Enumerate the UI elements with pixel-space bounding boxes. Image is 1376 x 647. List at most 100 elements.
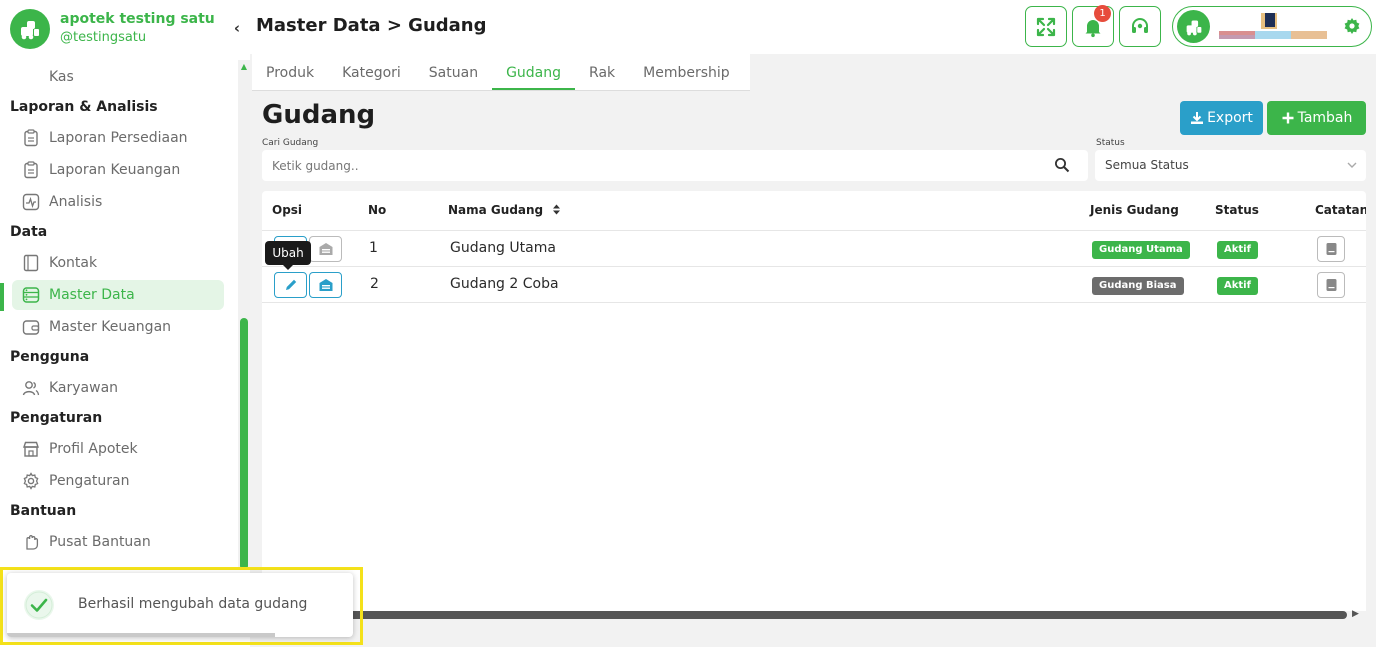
tab-kategori[interactable]: Kategori (328, 54, 415, 90)
warehouse-button[interactable] (309, 272, 342, 298)
active-item-marker (0, 283, 4, 311)
profile-menu[interactable] (1172, 6, 1372, 47)
contact-book-icon (22, 254, 40, 272)
sidebar-item-pusat-bantuan[interactable]: Pusat Bantuan (12, 527, 224, 557)
tab-membership[interactable]: Membership (629, 54, 744, 90)
pharmacy-logo-icon (10, 9, 50, 49)
note-icon (1326, 279, 1336, 291)
col-catatan: Catatan (1315, 203, 1366, 217)
sidebar-item-label: Master Keuangan (49, 319, 172, 335)
sidebar-item-label: Analisis (49, 194, 103, 210)
note-button[interactable] (1317, 272, 1345, 298)
search-field (262, 150, 1088, 181)
plus-icon (1282, 112, 1294, 124)
page-title: Master Data > Gudang (256, 15, 487, 36)
note-button[interactable] (1317, 236, 1345, 262)
check-circle-icon (24, 590, 54, 620)
sidebar-item-master-keuangan[interactable]: Master Keuangan (12, 312, 224, 342)
table-row: 2 Gudang 2 Coba Gudang Biasa Aktif (262, 267, 1366, 303)
brand: apotek testing satu @testingsatu (10, 9, 215, 49)
warehouse-icon (319, 243, 332, 255)
edit-button[interactable] (274, 272, 307, 298)
section-title: Gudang (262, 100, 376, 130)
headset-icon (1132, 17, 1148, 33)
scroll-up-arrow-icon[interactable]: ▲ (238, 60, 250, 74)
analytics-icon (22, 193, 40, 211)
sidebar-section-bantuan: Bantuan (10, 503, 77, 519)
status-select-value: Semua Status (1105, 158, 1189, 172)
export-button[interactable]: Export (1180, 101, 1263, 135)
brand-name: apotek testing satu (60, 11, 215, 27)
cell-no: 1 (369, 240, 378, 256)
sidebar-item-label: Kontak (49, 255, 98, 271)
col-no: No (368, 203, 387, 217)
brand-handle: @testingsatu (60, 30, 147, 45)
success-toast[interactable]: Berhasil mengubah data gudang (7, 573, 353, 637)
sidebar-scroll-thumb[interactable] (240, 318, 248, 570)
sidebar-item-pengaturan[interactable]: Pengaturan (12, 466, 224, 496)
export-label: Export (1207, 110, 1253, 126)
status-badge: Aktif (1217, 241, 1258, 259)
sidebar-item-label: Pengaturan (49, 473, 130, 489)
status-select[interactable]: Semua Status (1095, 150, 1366, 181)
jenis-gudang-badge: Gudang Utama (1092, 241, 1190, 259)
cell-nama-gudang: Gudang 2 Coba (450, 276, 559, 292)
col-opsi: Opsi (272, 203, 303, 217)
cash-icon (22, 68, 40, 86)
add-button[interactable]: Tambah (1267, 101, 1366, 135)
sidebar-item-laporan-persediaan[interactable]: Laporan Persediaan (12, 123, 224, 153)
sidebar: apotek testing satu @testingsatu ‹ Kas L… (0, 0, 250, 647)
fullscreen-button[interactable] (1025, 6, 1067, 47)
notification-button[interactable]: 1 (1072, 5, 1114, 47)
warehouse-button[interactable] (309, 236, 342, 262)
search-label: Cari Gudang (262, 138, 319, 148)
pencil-icon (285, 279, 296, 290)
sidebar-item-label: Laporan Keuangan (49, 162, 181, 178)
chevron-down-icon (1347, 162, 1357, 168)
tab-produk[interactable]: Produk (252, 54, 328, 90)
search-input[interactable] (272, 150, 1042, 181)
sidebar-item-label: Karyawan (49, 380, 119, 396)
tab-satuan[interactable]: Satuan (415, 54, 492, 90)
gear-icon[interactable] (1343, 17, 1361, 35)
sidebar-item-label: Pusat Bantuan (49, 534, 151, 550)
sidebar-menu: Kas Laporan & Analisis Laporan Persediaa… (0, 60, 236, 559)
sidebar-item-profil-apotek[interactable]: Profil Apotek (12, 434, 224, 464)
sidebar-item-master-data[interactable]: Master Data (12, 280, 224, 310)
sidebar-section-data: Data (10, 224, 48, 240)
toast-message: Berhasil mengubah data gudang (78, 596, 308, 612)
scroll-right-arrow-icon[interactable]: ▶ (1352, 609, 1359, 619)
sidebar-collapse-chevron-left-icon[interactable]: ‹ (229, 18, 245, 38)
database-icon (22, 286, 40, 304)
tab-gudang[interactable]: Gudang (492, 54, 576, 90)
table-row: 1 Gudang Utama Gudang Utama Aktif (262, 231, 1366, 267)
sort-icon (553, 204, 561, 215)
col-nama-label: Nama Gudang (448, 203, 544, 217)
status-label: Status (1096, 138, 1125, 148)
table-header: Opsi No Nama Gudang Jenis Gudang Status … (262, 191, 1366, 231)
edit-tooltip: Ubah (265, 241, 311, 270)
sidebar-item-kontak[interactable]: Kontak (12, 248, 224, 278)
gudang-table: Opsi No Nama Gudang Jenis Gudang Status … (262, 191, 1366, 611)
support-button[interactable] (1119, 6, 1161, 47)
search-icon[interactable] (1054, 157, 1070, 173)
sidebar-item-analisis[interactable]: Analisis (12, 187, 224, 217)
sidebar-item-laporan-keuangan[interactable]: Laporan Keuangan (12, 155, 224, 185)
store-icon (22, 440, 40, 458)
hscroll-thumb[interactable] (262, 611, 1347, 619)
add-label: Tambah (1297, 110, 1353, 126)
cell-no: 2 (370, 276, 379, 292)
table-horizontal-scrollbar[interactable]: ▶ (262, 607, 1366, 623)
gear-icon (22, 472, 40, 490)
profile-color-strip (1219, 13, 1327, 39)
tab-rak[interactable]: Rak (575, 54, 629, 90)
sidebar-item-kas[interactable]: Kas (12, 62, 224, 92)
avatar (1177, 10, 1210, 43)
col-nama-gudang[interactable]: Nama Gudang (448, 203, 561, 217)
status-badge: Aktif (1217, 277, 1258, 295)
sidebar-item-karyawan[interactable]: Karyawan (12, 373, 224, 403)
sidebar-scrollbar[interactable]: ▲ (238, 60, 250, 570)
sidebar-item-label: Profil Apotek (49, 441, 138, 457)
warehouse-icon (319, 279, 332, 291)
sidebar-item-label: Laporan Persediaan (49, 130, 188, 146)
